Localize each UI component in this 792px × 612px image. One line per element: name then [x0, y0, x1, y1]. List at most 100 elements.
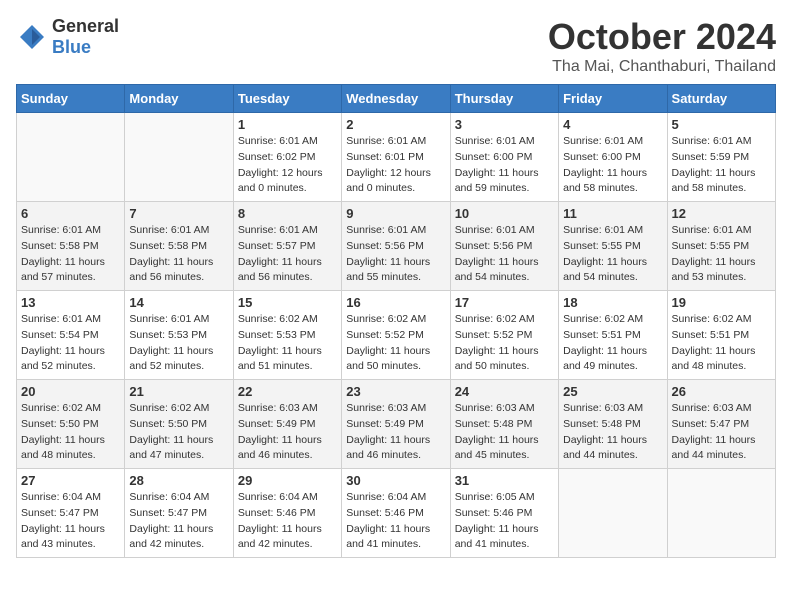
day-info: Sunrise: 6:03 AM Sunset: 5:48 PM Dayligh… — [563, 401, 662, 464]
day-number: 14 — [129, 295, 228, 310]
page-header: General Blue October 2024 Tha Mai, Chant… — [16, 16, 776, 76]
logo: General Blue — [16, 16, 119, 58]
day-number: 31 — [455, 473, 554, 488]
day-info: Sunrise: 6:01 AM Sunset: 5:58 PM Dayligh… — [129, 223, 228, 286]
day-number: 22 — [238, 384, 337, 399]
logo-blue-text: Blue — [52, 37, 91, 57]
day-number: 2 — [346, 117, 445, 132]
calendar-day-cell: 1Sunrise: 6:01 AM Sunset: 6:02 PM Daylig… — [233, 113, 341, 202]
day-info: Sunrise: 6:02 AM Sunset: 5:52 PM Dayligh… — [455, 312, 554, 375]
day-info: Sunrise: 6:03 AM Sunset: 5:48 PM Dayligh… — [455, 401, 554, 464]
calendar-day-cell: 19 Sunrise: 6:02 AM Sunset: 5:51 PM Dayli… — [667, 291, 775, 380]
calendar-day-cell: 12 Sunrise: 6:01 AM Sunset: 5:55 PM Dayli… — [667, 202, 775, 291]
day-info: Sunrise: 6:02 AM Sunset: 5:51 PM Dayligh… — [563, 312, 662, 375]
calendar-day-cell: 8 Sunrise: 6:01 AM Sunset: 5:57 PM Daylig… — [233, 202, 341, 291]
calendar-day-cell: 4Sunrise: 6:01 AM Sunset: 6:00 PM Daylig… — [559, 113, 667, 202]
calendar-day-cell — [125, 113, 233, 202]
day-info: Sunrise: 6:02 AM Sunset: 5:52 PM Dayligh… — [346, 312, 445, 375]
calendar-day-cell: 6 Sunrise: 6:01 AM Sunset: 5:58 PM Daylig… — [17, 202, 125, 291]
calendar-day-cell: 2 Sunrise: 6:01 AM Sunset: 6:01 PM Daylig… — [342, 113, 450, 202]
weekday-header: Sunday — [17, 85, 125, 113]
day-info: Sunrise: 6:04 AM Sunset: 5:46 PM Dayligh… — [238, 490, 337, 553]
day-info: Sunrise: 6:01 AM Sunset: 6:01 PM Dayligh… — [346, 134, 445, 197]
day-number: 26 — [672, 384, 771, 399]
day-number: 11 — [563, 206, 662, 221]
day-info: Sunrise: 6:01 AM Sunset: 5:56 PM Dayligh… — [455, 223, 554, 286]
calendar-day-cell: 15Sunrise: 6:02 AM Sunset: 5:53 PM Dayli… — [233, 291, 341, 380]
day-number: 19 — [672, 295, 771, 310]
day-number: 27 — [21, 473, 120, 488]
weekday-header: Monday — [125, 85, 233, 113]
day-info: Sunrise: 6:03 AM Sunset: 5:49 PM Dayligh… — [238, 401, 337, 464]
day-info: Sunrise: 6:05 AM Sunset: 5:46 PM Dayligh… — [455, 490, 554, 553]
day-info: Sunrise: 6:02 AM Sunset: 5:53 PM Dayligh… — [238, 312, 337, 375]
day-info: Sunrise: 6:02 AM Sunset: 5:50 PM Dayligh… — [21, 401, 120, 464]
day-info: Sunrise: 6:02 AM Sunset: 5:50 PM Dayligh… — [129, 401, 228, 464]
day-number: 3 — [455, 117, 554, 132]
calendar-day-cell: 24 Sunrise: 6:03 AM Sunset: 5:48 PM Dayli… — [450, 380, 558, 469]
day-number: 21 — [129, 384, 228, 399]
day-info: Sunrise: 6:01 AM Sunset: 5:54 PM Dayligh… — [21, 312, 120, 375]
day-number: 9 — [346, 206, 445, 221]
day-info: Sunrise: 6:01 AM Sunset: 6:02 PM Dayligh… — [238, 134, 337, 197]
calendar-day-cell: 13 Sunrise: 6:01 AM Sunset: 5:54 PM Dayli… — [17, 291, 125, 380]
day-number: 28 — [129, 473, 228, 488]
day-number: 29 — [238, 473, 337, 488]
weekday-header: Friday — [559, 85, 667, 113]
day-info: Sunrise: 6:01 AM Sunset: 5:53 PM Dayligh… — [129, 312, 228, 375]
logo-general-text: General — [52, 16, 119, 36]
day-number: 8 — [238, 206, 337, 221]
weekday-header: Wednesday — [342, 85, 450, 113]
calendar-day-cell: 9 Sunrise: 6:01 AM Sunset: 5:56 PM Daylig… — [342, 202, 450, 291]
day-number: 30 — [346, 473, 445, 488]
weekday-header: Thursday — [450, 85, 558, 113]
weekday-header: Tuesday — [233, 85, 341, 113]
day-info: Sunrise: 6:01 AM Sunset: 5:59 PM Dayligh… — [672, 134, 771, 197]
day-info: Sunrise: 6:01 AM Sunset: 5:58 PM Dayligh… — [21, 223, 120, 286]
calendar-day-cell: 14 Sunrise: 6:01 AM Sunset: 5:53 PM Dayli… — [125, 291, 233, 380]
day-number: 5 — [672, 117, 771, 132]
day-info: Sunrise: 6:03 AM Sunset: 5:49 PM Dayligh… — [346, 401, 445, 464]
calendar-week-row: 1Sunrise: 6:01 AM Sunset: 6:02 PM Daylig… — [17, 113, 776, 202]
calendar-day-cell: 31 Sunrise: 6:05 AM Sunset: 5:46 PM Dayli… — [450, 469, 558, 558]
calendar-day-cell: 27Sunrise: 6:04 AM Sunset: 5:47 PM Dayli… — [17, 469, 125, 558]
calendar-day-cell: 25Sunrise: 6:03 AM Sunset: 5:48 PM Dayli… — [559, 380, 667, 469]
calendar-day-cell: 11 Sunrise: 6:01 AM Sunset: 5:55 PM Dayli… — [559, 202, 667, 291]
calendar-day-cell: 28 Sunrise: 6:04 AM Sunset: 5:47 PM Dayli… — [125, 469, 233, 558]
day-info: Sunrise: 6:01 AM Sunset: 6:00 PM Dayligh… — [455, 134, 554, 197]
calendar-week-row: 6 Sunrise: 6:01 AM Sunset: 5:58 PM Daylig… — [17, 202, 776, 291]
calendar-day-cell: 29 Sunrise: 6:04 AM Sunset: 5:46 PM Dayli… — [233, 469, 341, 558]
day-info: Sunrise: 6:04 AM Sunset: 5:46 PM Dayligh… — [346, 490, 445, 553]
day-info: Sunrise: 6:01 AM Sunset: 5:56 PM Dayligh… — [346, 223, 445, 286]
day-info: Sunrise: 6:02 AM Sunset: 5:51 PM Dayligh… — [672, 312, 771, 375]
day-number: 13 — [21, 295, 120, 310]
location-title: Tha Mai, Chanthaburi, Thailand — [548, 58, 776, 76]
calendar-week-row: 20 Sunrise: 6:02 AM Sunset: 5:50 PM Dayli… — [17, 380, 776, 469]
calendar-day-cell: 10Sunrise: 6:01 AM Sunset: 5:56 PM Dayli… — [450, 202, 558, 291]
logo-icon — [16, 21, 48, 53]
day-info: Sunrise: 6:01 AM Sunset: 5:57 PM Dayligh… — [238, 223, 337, 286]
month-title: October 2024 — [548, 16, 776, 58]
title-block: October 2024 Tha Mai, Chanthaburi, Thail… — [548, 16, 776, 76]
calendar-table: SundayMondayTuesdayWednesdayThursdayFrid… — [16, 84, 776, 558]
day-number: 17 — [455, 295, 554, 310]
day-info: Sunrise: 6:01 AM Sunset: 5:55 PM Dayligh… — [672, 223, 771, 286]
day-number: 24 — [455, 384, 554, 399]
day-info: Sunrise: 6:01 AM Sunset: 5:55 PM Dayligh… — [563, 223, 662, 286]
day-number: 20 — [21, 384, 120, 399]
weekday-header: Saturday — [667, 85, 775, 113]
calendar-week-row: 13 Sunrise: 6:01 AM Sunset: 5:54 PM Dayli… — [17, 291, 776, 380]
calendar-day-cell: 17 Sunrise: 6:02 AM Sunset: 5:52 PM Dayli… — [450, 291, 558, 380]
day-number: 16 — [346, 295, 445, 310]
calendar-day-cell: 5 Sunrise: 6:01 AM Sunset: 5:59 PM Daylig… — [667, 113, 775, 202]
calendar-day-cell: 16 Sunrise: 6:02 AM Sunset: 5:52 PM Dayli… — [342, 291, 450, 380]
day-info: Sunrise: 6:01 AM Sunset: 6:00 PM Dayligh… — [563, 134, 662, 197]
calendar-day-cell: 20 Sunrise: 6:02 AM Sunset: 5:50 PM Dayli… — [17, 380, 125, 469]
calendar-day-cell — [559, 469, 667, 558]
day-number: 12 — [672, 206, 771, 221]
day-info: Sunrise: 6:04 AM Sunset: 5:47 PM Dayligh… — [129, 490, 228, 553]
calendar-day-cell — [667, 469, 775, 558]
day-number: 6 — [21, 206, 120, 221]
calendar-day-cell: 7Sunrise: 6:01 AM Sunset: 5:58 PM Daylig… — [125, 202, 233, 291]
calendar-day-cell: 22 Sunrise: 6:03 AM Sunset: 5:49 PM Dayli… — [233, 380, 341, 469]
